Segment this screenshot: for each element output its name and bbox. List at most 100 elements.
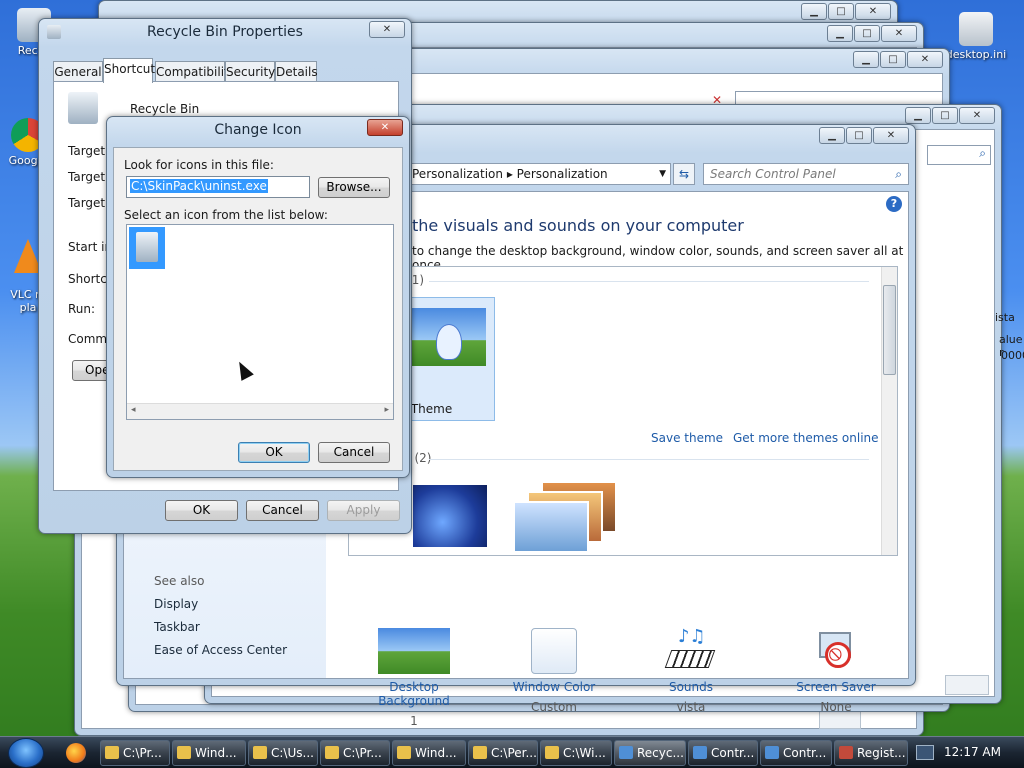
search-input[interactable]: Search Control Panel ⌕ xyxy=(703,163,909,185)
theme-preview-windows[interactable] xyxy=(413,485,487,547)
registry-editor-icon xyxy=(839,746,853,759)
see-also-link-display[interactable]: Display xyxy=(154,597,198,611)
taskbar-item[interactable]: Regist... xyxy=(834,740,908,766)
close-icon[interactable]: ✕ xyxy=(367,119,403,136)
scrollbar-thumb[interactable] xyxy=(883,285,896,375)
caption-buttons: ✕ xyxy=(367,119,403,136)
breadcrumb-item[interactable]: Personalization xyxy=(517,167,608,181)
sounds-item[interactable]: ♪♫ Sounds vista xyxy=(646,626,736,714)
icon-list[interactable]: ◂ ▸ xyxy=(126,224,394,420)
theme-preview-image xyxy=(400,308,486,366)
desktop-icon-desktop-ini[interactable]: desktop.ini xyxy=(944,12,1008,61)
browse-button[interactable]: Browse... xyxy=(318,177,390,198)
taskbar-item[interactable]: C:\Per... xyxy=(468,740,538,766)
start-orb-icon[interactable] xyxy=(8,738,44,768)
desktop-background-value: 1 xyxy=(410,714,418,728)
see-also-link-ease-of-access[interactable]: Ease of Access Center xyxy=(154,643,287,657)
taskbar-item[interactable]: Contr... xyxy=(760,740,832,766)
theme-preview-landscapes[interactable] xyxy=(501,481,619,553)
caption-buttons: ✕ xyxy=(369,21,405,38)
close-icon[interactable]: ✕ xyxy=(855,3,891,20)
close-icon[interactable]: ✕ xyxy=(873,127,909,144)
minimize-icon[interactable]: ▁ xyxy=(853,51,879,68)
close-icon[interactable]: ✕ xyxy=(959,107,995,124)
anime-character-icon xyxy=(436,324,462,360)
taskbar-item[interactable]: C:\Us... xyxy=(248,740,318,766)
tab-compatibility[interactable]: Compatibility xyxy=(155,61,236,82)
window-color-item[interactable]: Window Color Custom xyxy=(504,628,604,714)
see-also-heading: See also xyxy=(154,574,205,588)
taskbar-item[interactable]: C:\Pr... xyxy=(320,740,390,766)
help-icon[interactable]: ? xyxy=(886,196,902,212)
look-for-icons-label: Look for icons in this file: xyxy=(124,158,274,172)
firefox-icon[interactable] xyxy=(66,743,86,763)
minimize-icon[interactable]: ▁ xyxy=(819,127,845,144)
horizontal-scrollbar[interactable]: ◂ ▸ xyxy=(127,403,393,419)
save-theme-link[interactable]: Save theme xyxy=(651,431,723,445)
tab-general[interactable]: General xyxy=(53,61,103,82)
maximize-icon[interactable]: □ xyxy=(880,51,906,68)
taskbar-item[interactable]: C:\Pr... xyxy=(100,740,170,766)
taskbar: C:\Pr... Wind... C:\Us... C:\Pr... Wind.… xyxy=(0,736,1024,768)
icon-list-item-selected[interactable] xyxy=(129,227,165,269)
refresh-icon[interactable]: ⇆ xyxy=(673,163,695,185)
window-color-label: Window Color xyxy=(512,680,596,694)
screen-saver-item[interactable]: ⃠ Screen Saver None xyxy=(788,628,884,714)
icon-file-value: C:\SkinPack\uninst.exe xyxy=(130,179,268,193)
address-bar[interactable]: Personalization ▸ Personalization ▼ xyxy=(407,163,671,185)
caption-buttons: ▁ □ ✕ xyxy=(819,127,909,144)
maximize-icon[interactable]: □ xyxy=(932,107,958,124)
close-icon[interactable]: ✕ xyxy=(369,21,405,38)
cancel-button[interactable]: Cancel xyxy=(318,442,390,463)
maximize-icon[interactable]: □ xyxy=(846,127,872,144)
taskbar-item[interactable]: Contr... xyxy=(688,740,758,766)
breadcrumb-item[interactable]: Personalization xyxy=(412,167,503,181)
page-heading: the visuals and sounds on your computer xyxy=(412,216,744,235)
select-icon-label: Select an icon from the list below: xyxy=(124,208,328,222)
tab-shortcut[interactable]: Shortcut xyxy=(103,58,155,83)
scroll-left-icon[interactable]: ◂ xyxy=(131,405,136,415)
close-icon[interactable]: ✕ xyxy=(881,25,917,42)
taskbar-item-active[interactable]: Recyc... xyxy=(614,740,686,766)
scroll-right-icon[interactable]: ▸ xyxy=(384,405,389,415)
taskbar-item[interactable]: Wind... xyxy=(172,740,246,766)
control-panel-icon xyxy=(693,746,707,759)
search-icon[interactable]: ⌕ xyxy=(927,145,991,165)
theme-list[interactable]: s (1) ed Theme Save theme Get more theme… xyxy=(348,266,898,556)
taskbar-item[interactable]: Wind... xyxy=(392,740,466,766)
view-toggle-icon[interactable] xyxy=(945,675,989,695)
cancel-button[interactable]: Cancel xyxy=(246,500,319,521)
dialog-title: Recycle Bin Properties xyxy=(147,24,303,40)
taskbar-item[interactable]: C:\Wi... xyxy=(540,740,612,766)
minimize-icon[interactable]: ▁ xyxy=(905,107,931,124)
run-label: Run: xyxy=(68,302,96,316)
search-icon[interactable]: ⌕ xyxy=(895,164,902,184)
see-also-link-taskbar[interactable]: Taskbar xyxy=(154,620,200,634)
close-icon[interactable]: ✕ xyxy=(907,51,943,68)
ok-button[interactable]: OK xyxy=(238,442,310,463)
maximize-icon[interactable]: □ xyxy=(854,25,880,42)
apply-button[interactable]: Apply xyxy=(327,500,400,521)
dropdown-arrow-icon[interactable]: ▼ xyxy=(659,164,666,184)
change-icon-dialog[interactable]: Change Icon ✕ Look for icons in this fil… xyxy=(106,116,410,478)
network-icon[interactable] xyxy=(916,745,934,760)
folder-icon xyxy=(545,746,559,759)
target-label: Target: xyxy=(68,196,110,210)
minimize-icon[interactable]: ▁ xyxy=(827,25,853,42)
ok-button[interactable]: OK xyxy=(165,500,238,521)
screen-saver-icon: ⃠ xyxy=(813,628,859,674)
desktop-background-icon xyxy=(378,628,450,674)
icon-file-input[interactable]: C:\SkinPack\uninst.exe xyxy=(126,176,310,198)
desktop-background-item[interactable]: Desktop Background 1 xyxy=(354,628,474,728)
folder-icon xyxy=(473,746,487,759)
window-color-icon xyxy=(531,628,577,674)
maximize-icon[interactable]: □ xyxy=(828,3,854,20)
control-panel-icon xyxy=(765,746,779,759)
caption-buttons: ▁ □ ✕ xyxy=(827,25,917,42)
minimize-icon[interactable]: ▁ xyxy=(801,3,827,20)
tab-details[interactable]: Details xyxy=(275,61,318,82)
get-more-themes-link[interactable]: Get more themes online xyxy=(733,431,879,445)
dialog-title: Change Icon xyxy=(214,122,302,138)
clock[interactable]: 12:17 AM xyxy=(944,745,1001,759)
tab-security[interactable]: Security xyxy=(225,61,275,82)
